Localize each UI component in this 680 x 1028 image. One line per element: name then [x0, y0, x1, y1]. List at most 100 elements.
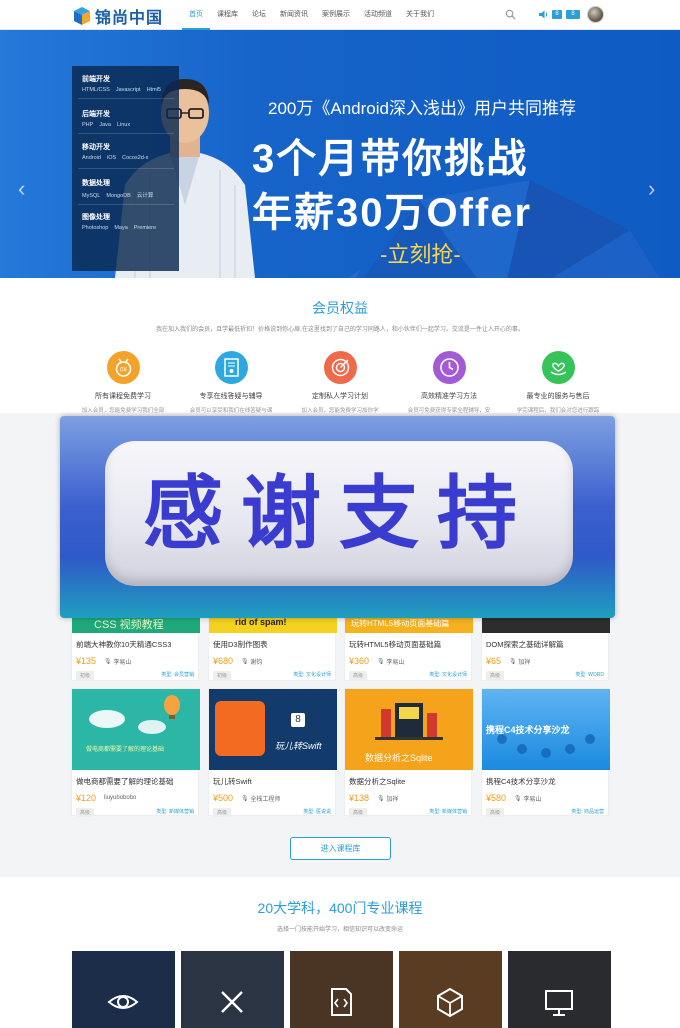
- site-logo[interactable]: 锦尚中国: [72, 4, 163, 28]
- design-tools-icon: [221, 991, 243, 1013]
- banner-title-line2: 年薪30万Offer: [252, 191, 533, 235]
- benefit-qa[interactable]: 专享在线答疑与辅导 会员可以享受和我们在线答疑与课: [176, 351, 286, 414]
- course-card[interactable]: 做电商都需要了解的理论基础 做电商都需要了解的理论基础 ¥120 liuyubob…: [71, 688, 200, 817]
- category-title: 图像处理: [82, 214, 110, 221]
- course-type: 类型: 文化设计师: [293, 672, 331, 678]
- category-image[interactable]: 图像处理 Photoshop Maya Premiere: [82, 212, 174, 231]
- category-link[interactable]: Html5: [147, 87, 161, 93]
- category-menu: 前端开发 HTML/CSS Javascript Html5 后端开发 PHP Jav…: [72, 66, 179, 271]
- course-title: 前端大神教你10天精通CSS3: [76, 640, 172, 649]
- hero-banner[interactable]: 前端开发 HTML/CSS Javascript Html5 后端开发 PHP Jav…: [0, 30, 680, 278]
- course-type: 类型: 医说说: [303, 809, 331, 815]
- category-link[interactable]: Cocos2d-x: [122, 155, 148, 161]
- category-link[interactable]: HTML/CSS: [82, 87, 110, 93]
- speaker-icon[interactable]: [538, 9, 549, 20]
- category-title: 后端开发: [82, 111, 110, 118]
- category-link[interactable]: Linux: [117, 122, 130, 128]
- benefit-desc: 学完课程后，我们会对您进行跟踪: [516, 408, 600, 414]
- course-level: 高级: [349, 671, 368, 680]
- category-link[interactable]: MongoDB: [106, 193, 130, 199]
- svg-text:0¥: 0¥: [120, 368, 127, 374]
- chevron-left-icon[interactable]: ‹: [18, 176, 25, 202]
- benefit-method[interactable]: 高效精准学习方法 会员可免费获得专家全程辅导，安: [394, 351, 504, 414]
- course-teacher: 加祥: [386, 796, 399, 803]
- chevron-right-icon[interactable]: ›: [648, 176, 655, 202]
- course-title: 玩转HTML5移动页面基础篇: [349, 640, 442, 649]
- benefit-desc: 会员可免费获得专家全程辅导，安: [407, 408, 491, 414]
- category-link[interactable]: Android: [82, 155, 101, 161]
- nav-home[interactable]: 首页: [182, 0, 210, 30]
- member-benefits-section: 会员权益 我在加入我们的会员，且学最低折扣！价格说到你心扉,在这里找到了自己的学…: [0, 278, 680, 414]
- course-title: DOM探索之基础详解篇: [486, 640, 564, 649]
- thanks-overlay-banner[interactable]: 感谢支持: [60, 416, 615, 618]
- course-price: ¥680: [213, 656, 234, 666]
- category-mobile[interactable]: 移动开发 Android iOS Cocos2d-x: [82, 142, 174, 161]
- thumbnail-caption: 数据分析之Sqlite: [365, 753, 433, 763]
- message-badge[interactable]: 8: [552, 10, 562, 19]
- course-card[interactable]: 数据分析之Sqlite 数据分析之Sqlite ¥138 🎙 加祥 高级 类型: 新…: [344, 688, 473, 817]
- course-teacher: 李易山: [523, 796, 542, 803]
- clock-icon: [432, 351, 466, 384]
- search-icon[interactable]: [505, 9, 516, 20]
- course-title: 携程C4技术分享沙龙: [486, 777, 556, 786]
- avatar[interactable]: [587, 6, 604, 23]
- category-link[interactable]: iOS: [107, 155, 116, 161]
- divider: [78, 168, 174, 169]
- nav-forum[interactable]: 论坛: [245, 0, 273, 30]
- category-link[interactable]: 云计算: [137, 193, 154, 199]
- category-backend[interactable]: 后端开发 PHP Java Linux: [82, 109, 174, 128]
- user-icon: 🎙: [241, 795, 251, 802]
- course-price: ¥120: [76, 793, 97, 803]
- course-title: 数据分析之Sqlite: [349, 777, 406, 786]
- course-teacher: 加祥: [518, 659, 531, 666]
- category-link[interactable]: Java: [99, 122, 111, 128]
- nav-about[interactable]: 关于我们: [399, 0, 441, 30]
- category-title: 前端开发: [82, 76, 110, 83]
- ios8-icon: 8: [291, 713, 305, 727]
- enter-course-library-button[interactable]: 进入课程库: [290, 837, 391, 860]
- nav-events[interactable]: 活动频道: [357, 0, 399, 30]
- main-nav: 首页 课程库 论坛 新闻资讯 案例展示 活动频道 关于我们: [182, 0, 441, 30]
- section-description: 选择一门技能开始学习，相信知识可以改变命运: [276, 927, 403, 933]
- course-level: 高级: [486, 671, 505, 680]
- banner-cta[interactable]: -立刻抢-: [380, 237, 461, 269]
- course-teacher: 李易山: [113, 659, 132, 666]
- subject-card[interactable]: [508, 951, 611, 1028]
- subject-card[interactable]: [72, 951, 175, 1028]
- subject-card[interactable]: [181, 951, 284, 1028]
- benefit-free-courses[interactable]: 0¥ 所有课程免费学习 加入会员，您能免费学习我们全部: [68, 351, 178, 414]
- course-level: 高级: [213, 808, 232, 817]
- course-card[interactable]: 8 玩儿转Swift 玩儿转Swift ¥500 🎙 全栈工程师 高级 类型: 医说…: [208, 688, 337, 817]
- nav-cases[interactable]: 案例展示: [315, 0, 357, 30]
- nav-news[interactable]: 新闻资讯: [273, 0, 315, 30]
- code-file-icon: [331, 988, 352, 1016]
- benefit-plan[interactable]: 定制私人学习计划 加入会员，您能免费学习加你学: [285, 351, 395, 414]
- course-thumbnail: 携程C4技术分享沙龙: [482, 689, 610, 770]
- category-link[interactable]: Premiere: [134, 225, 156, 231]
- subject-card[interactable]: [290, 951, 393, 1028]
- divider: [78, 98, 174, 99]
- user-icon: 🎙: [241, 658, 251, 665]
- category-frontend[interactable]: 前端开发 HTML/CSS Javascript Html5: [82, 74, 174, 93]
- nav-courses[interactable]: 课程库: [210, 0, 245, 30]
- subject-card[interactable]: [399, 951, 502, 1028]
- section-title: 会员权益: [312, 300, 368, 316]
- course-type: 类型: 新媒体营销: [429, 809, 467, 815]
- category-link[interactable]: Photoshop: [82, 225, 108, 231]
- course-teacher: 谢钧: [250, 659, 263, 666]
- course-type: 类型: 文化设计师: [429, 672, 467, 678]
- course-card[interactable]: 携程C4技术分享沙龙 携程C4技术分享沙龙 ¥580 🎙 李易山 高级 类型: 商品…: [481, 688, 610, 817]
- category-link[interactable]: Javascript: [116, 87, 141, 93]
- category-link[interactable]: MySQL: [82, 193, 100, 199]
- overlay-text: 感谢支持: [143, 467, 535, 560]
- category-data[interactable]: 数据处理 MySQL MongoDB 云计算: [82, 178, 174, 199]
- cloud-balloon-illustration: [89, 695, 180, 734]
- category-link[interactable]: Maya: [114, 225, 127, 231]
- course-teacher: 李易山: [386, 659, 405, 666]
- benefit-service[interactable]: 最专业的服务与售后 学完课程后，我们会对您进行跟踪: [503, 351, 613, 414]
- category-link[interactable]: PHP: [82, 122, 93, 128]
- benefit-label: 最专业的服务与售后: [526, 393, 590, 400]
- user-badge[interactable]: 8: [566, 10, 580, 19]
- course-type: 类型: WORD: [575, 672, 604, 678]
- thumbnail-caption: rid of spam!: [235, 617, 287, 627]
